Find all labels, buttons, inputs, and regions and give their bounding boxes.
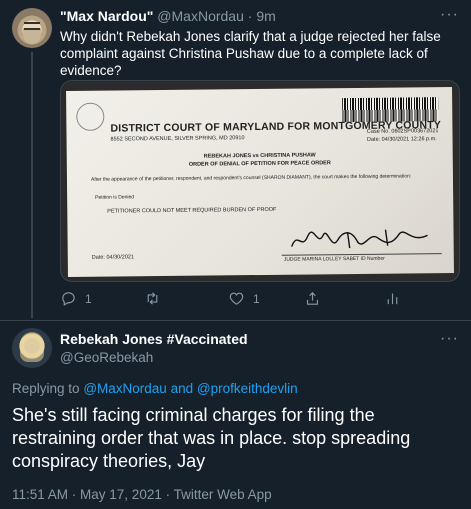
retweet-icon bbox=[147, 292, 158, 305]
avatar[interactable] bbox=[12, 328, 52, 368]
reply-mention-link[interactable]: @MaxNordau bbox=[83, 381, 167, 396]
court-document-image: DISTRICT COURT OF MARYLAND FOR MONTGOMER… bbox=[66, 86, 454, 278]
doc-judge: JUDGE MARINA LOLLEY SABET ID Number bbox=[283, 255, 385, 263]
judge-signature bbox=[291, 229, 428, 249]
user-handle[interactable]: @GeoRebekah bbox=[60, 349, 153, 366]
thread-line bbox=[31, 52, 33, 318]
avatar-beard bbox=[23, 28, 41, 44]
display-name[interactable]: Rebekah Jones #Vaccinated bbox=[60, 331, 248, 348]
avatar-hair bbox=[20, 332, 44, 362]
doc-order-title: ORDER OF DENIAL OF PETITION FOR PEACE OR… bbox=[188, 160, 331, 168]
display-name[interactable]: "Max Nardou" bbox=[60, 8, 153, 24]
tweet1-header: "Max Nardou" @MaxNordau · 9m bbox=[60, 8, 276, 25]
analytics-button[interactable] bbox=[384, 290, 401, 307]
tweet-timestamp[interactable]: 11:51 AM · May 17, 2021 · Twitter Web Ap… bbox=[12, 486, 272, 503]
replying-prefix: Replying to bbox=[12, 381, 80, 396]
doc-finding: PETITIONER COULD NOT MEET REQUIRED BURDE… bbox=[107, 206, 277, 215]
tweet-actions: 1 1 bbox=[60, 290, 450, 310]
tweet-text: She's still facing criminal charges for … bbox=[12, 405, 411, 471]
doc-body: After the appearance of the petitioner, … bbox=[90, 173, 412, 183]
reply-mention-link[interactable]: @profkeithdevlin bbox=[197, 381, 298, 396]
tweet-time[interactable]: 9m bbox=[256, 8, 275, 24]
more-options-icon[interactable]: ··· bbox=[440, 6, 459, 24]
doc-petition-status: Petition is Denied bbox=[95, 194, 135, 201]
heart-icon bbox=[229, 292, 244, 305]
doc-case-date: Date: 04/30/2021 12:26 p.m. bbox=[366, 136, 437, 143]
doc-case-info: Case No. 0602SP003672021 Date: 04/30/202… bbox=[367, 127, 439, 144]
doc-address: 8552 SECOND AVENUE, SILVER SPRING, MD 20… bbox=[110, 135, 245, 143]
reply-count: 1 bbox=[85, 291, 92, 306]
tweet-text: Why didn't Rebekah Jones clarify that a … bbox=[60, 29, 441, 78]
court-seal-icon bbox=[76, 102, 105, 131]
tweet-media[interactable]: DISTRICT COURT OF MARYLAND FOR MONTGOMER… bbox=[60, 80, 460, 282]
user-handle[interactable]: @MaxNordau bbox=[157, 8, 244, 24]
avatar[interactable] bbox=[12, 8, 52, 48]
like-button[interactable]: 1 bbox=[228, 290, 260, 307]
more-options-icon[interactable]: ··· bbox=[440, 330, 459, 348]
dot-separator: · bbox=[247, 8, 253, 24]
reply-button[interactable]: 1 bbox=[60, 290, 92, 307]
tweet-divider bbox=[0, 320, 471, 321]
share-icon bbox=[306, 292, 319, 305]
doc-date: Date: 04/30/2021 bbox=[91, 254, 135, 261]
reply-icon bbox=[62, 292, 75, 306]
avatar-eyes bbox=[24, 22, 40, 30]
reply-and-link[interactable]: and bbox=[171, 381, 194, 396]
share-button[interactable] bbox=[304, 290, 321, 307]
analytics-icon bbox=[387, 293, 398, 305]
retweet-button[interactable] bbox=[144, 290, 169, 307]
like-count: 1 bbox=[253, 291, 260, 306]
replying-to: Replying to @MaxNordau and @profkeithdev… bbox=[12, 380, 298, 397]
